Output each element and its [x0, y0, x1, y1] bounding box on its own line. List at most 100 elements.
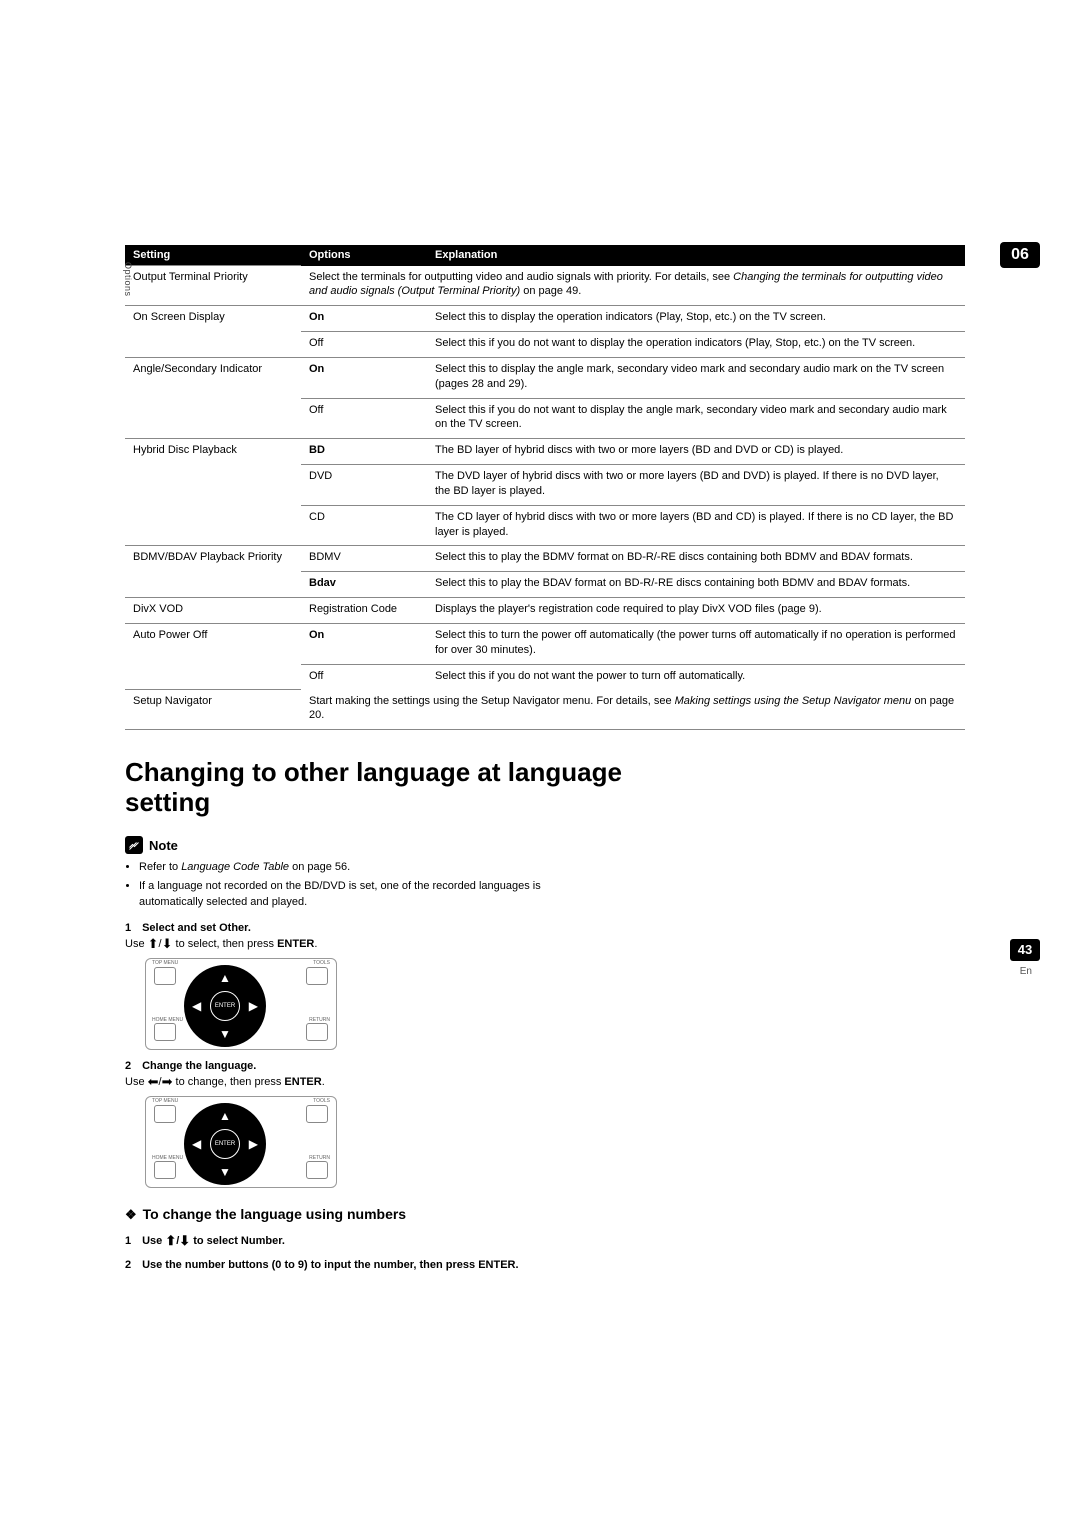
- remote-dpad: ▲ ▼ ◀ ▶ ENTER: [184, 1103, 266, 1185]
- cell-option: On: [301, 624, 427, 665]
- remote-label-top-menu: TOP MENU: [152, 961, 178, 966]
- table-row: Output Terminal Priority Select the term…: [125, 266, 965, 306]
- step-heading: 2 Change the language.: [125, 1060, 965, 1072]
- right-arrow-icon: ▶: [249, 1137, 258, 1151]
- remote-label-top-menu: TOP MENU: [152, 1099, 178, 1104]
- page-language-label: En: [1020, 966, 1032, 977]
- page-number-badge: 43: [1010, 939, 1040, 961]
- cell-setting: Output Terminal Priority: [125, 266, 301, 306]
- cell-setting: [125, 664, 301, 689]
- step-heading: 1 Select and set Other.: [125, 922, 965, 934]
- remote-illustration: TOP MENU TOOLS HOME MENU RETURN ▲ ▼ ◀ ▶ …: [145, 958, 337, 1050]
- table-row: Hybrid Disc Playback BD The BD layer of …: [125, 439, 965, 465]
- cell-setting: [125, 332, 301, 358]
- table-row: CD The CD layer of hybrid discs with two…: [125, 505, 965, 546]
- remote-button: [306, 967, 328, 985]
- cell-setting: Setup Navigator: [125, 690, 301, 730]
- cell-explanation: Displays the player's registration code …: [427, 598, 965, 624]
- settings-table: Setting Options Explanation Output Termi…: [125, 245, 965, 730]
- remote-button: [306, 1161, 328, 1179]
- remote-button: [154, 1023, 176, 1041]
- remote-button: [154, 1105, 176, 1123]
- remote-dpad: ▲ ▼ ◀ ▶ ENTER: [184, 965, 266, 1047]
- table-row: Setup Navigator Start making the setting…: [125, 690, 965, 730]
- list-item: If a language not recorded on the BD/DVD…: [139, 879, 601, 910]
- up-arrow-icon: ⬆: [165, 1233, 176, 1248]
- cell-explanation: Select this if you do not want to displa…: [427, 398, 965, 439]
- left-arrow-icon: ⬅: [148, 1074, 159, 1089]
- table-row: Angle/Secondary Indicator On Select this…: [125, 357, 965, 398]
- cell-explanation: Select this if you do not want to displa…: [427, 332, 965, 358]
- cell-explanation: Select this to display the operation ind…: [427, 306, 965, 332]
- sub-heading: ❖To change the language using numbers: [125, 1206, 965, 1223]
- table-row: DivX VOD Registration Code Displays the …: [125, 598, 965, 624]
- cell-option: On: [301, 306, 427, 332]
- cell-explanation: Select this to turn the power off automa…: [427, 624, 965, 665]
- section-heading: Changing to other language at language s…: [125, 758, 629, 818]
- manual-page: 06 Options Setting Options Explanation O…: [0, 0, 1080, 1353]
- cell-setting: [125, 465, 301, 506]
- down-arrow-icon: ⬇: [162, 936, 173, 951]
- side-tab-options: Options: [123, 262, 133, 297]
- table-row: Bdav Select this to play the BDAV format…: [125, 572, 965, 598]
- table-row: Auto Power Off On Select this to turn th…: [125, 624, 965, 665]
- cell-explanation: Select this if you do not want the power…: [427, 664, 965, 689]
- left-arrow-icon: ◀: [192, 999, 201, 1013]
- cell-option: Off: [301, 664, 427, 689]
- remote-illustration: TOP MENU TOOLS HOME MENU RETURN ▲ ▼ ◀ ▶ …: [145, 1096, 337, 1188]
- col-explanation: Explanation: [427, 245, 965, 266]
- cell-option: BD: [301, 439, 427, 465]
- down-arrow-icon: ⬇: [179, 1233, 190, 1248]
- cell-explanation: Select this to play the BDAV format on B…: [427, 572, 965, 598]
- cell-option: BDMV: [301, 546, 427, 572]
- table-row: BDMV/BDAV Playback Priority BDMV Select …: [125, 546, 965, 572]
- remote-button: [306, 1023, 328, 1041]
- up-arrow-icon: ⬆: [148, 936, 159, 951]
- enter-button: ENTER: [210, 1129, 240, 1159]
- cell-option: Off: [301, 398, 427, 439]
- down-arrow-icon: ▼: [219, 1165, 231, 1179]
- diamond-bullet-icon: ❖: [125, 1207, 137, 1222]
- remote-button: [154, 967, 176, 985]
- cell-setting: Angle/Secondary Indicator: [125, 357, 301, 398]
- remote-label-tools: TOOLS: [313, 1099, 330, 1104]
- cell-setting: [125, 505, 301, 546]
- cell-option: DVD: [301, 465, 427, 506]
- cell-setting: [125, 572, 301, 598]
- cell-setting: BDMV/BDAV Playback Priority: [125, 546, 301, 572]
- up-arrow-icon: ▲: [219, 971, 231, 985]
- note-list: Refer to Language Code Table on page 56.…: [125, 860, 601, 910]
- table-row: Off Select this if you do not want to di…: [125, 332, 965, 358]
- enter-button: ENTER: [210, 991, 240, 1021]
- table-header-row: Setting Options Explanation: [125, 245, 965, 266]
- right-arrow-icon: ➡: [162, 1074, 173, 1089]
- step-heading: 1 Use ⬆/⬇ to select Number.: [125, 1233, 965, 1249]
- cell-setting: DivX VOD: [125, 598, 301, 624]
- up-arrow-icon: ▲: [219, 1109, 231, 1123]
- table-row: Off Select this if you do not want the p…: [125, 664, 965, 689]
- cell-explanation: Select this to play the BDMV format on B…: [427, 546, 965, 572]
- cell-explanation: Start making the settings using the Setu…: [301, 690, 965, 730]
- table-row: DVD The DVD layer of hybrid discs with t…: [125, 465, 965, 506]
- cell-explanation: The BD layer of hybrid discs with two or…: [427, 439, 965, 465]
- right-arrow-icon: ▶: [249, 999, 258, 1013]
- cell-setting: On Screen Display: [125, 306, 301, 332]
- table-row: Off Select this if you do not want to di…: [125, 398, 965, 439]
- cell-setting: [125, 398, 301, 439]
- cell-explanation: Select this to display the angle mark, s…: [427, 357, 965, 398]
- cell-setting: Hybrid Disc Playback: [125, 439, 301, 465]
- cell-option: Off: [301, 332, 427, 358]
- col-options: Options: [301, 245, 427, 266]
- chapter-number-badge: 06: [1000, 242, 1040, 268]
- table-row: On Screen Display On Select this to disp…: [125, 306, 965, 332]
- step-description: Use ⬅/➡ to change, then press ENTER.: [125, 1074, 965, 1090]
- cell-option: On: [301, 357, 427, 398]
- note-icon: [125, 836, 143, 854]
- cell-option: Bdav: [301, 572, 427, 598]
- cell-explanation: The DVD layer of hybrid discs with two o…: [427, 465, 965, 506]
- col-setting: Setting: [125, 245, 301, 266]
- step-heading: 2 Use the number buttons (0 to 9) to inp…: [125, 1259, 587, 1271]
- cell-explanation: The CD layer of hybrid discs with two or…: [427, 505, 965, 546]
- cell-option: Registration Code: [301, 598, 427, 624]
- remote-label-tools: TOOLS: [313, 961, 330, 966]
